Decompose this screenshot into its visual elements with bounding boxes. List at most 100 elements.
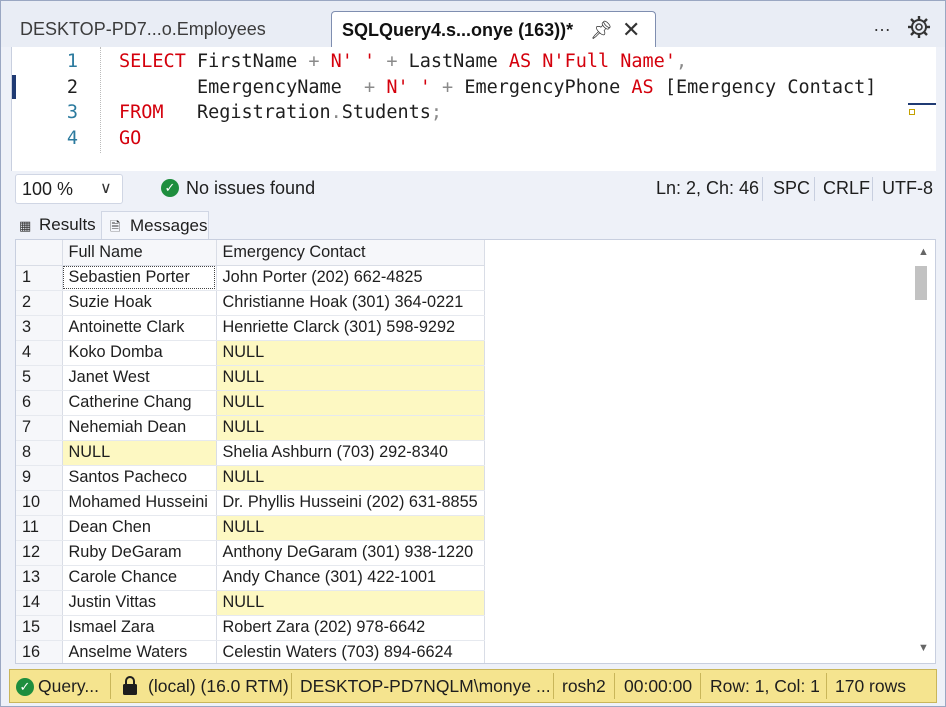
elapsed-time: 00:00:00 (624, 676, 693, 696)
full-name-cell[interactable]: Mohamed Husseini (62, 490, 217, 516)
row-number-cell[interactable]: 9 (16, 465, 63, 491)
cursor-position[interactable]: Ln: 2, Ch: 46 (656, 178, 759, 199)
full-name-cell[interactable]: Anselme Waters (62, 640, 217, 663)
whitespace-mode[interactable]: SPC (773, 178, 810, 199)
more-options-icon[interactable]: … (873, 15, 892, 36)
table-row[interactable]: 4 Koko Domba NULL (16, 340, 485, 366)
full-name-cell[interactable]: Nehemiah Dean (62, 415, 217, 441)
full-name-cell[interactable]: Ismael Zara (62, 615, 217, 641)
table-row[interactable]: 6 Catherine Chang NULL (16, 390, 485, 416)
code-text[interactable]: EmergencyName + N' ' + EmergencyPhone AS… (119, 75, 876, 101)
row-number-cell[interactable]: 15 (16, 615, 63, 641)
emergency-contact-cell[interactable]: Robert Zara (202) 978-6642 (216, 615, 485, 641)
emergency-contact-cell[interactable]: NULL (216, 590, 485, 616)
current-line-marker (12, 75, 16, 99)
table-row[interactable]: 14 Justin Vittas NULL (16, 590, 485, 616)
code-token: , (675, 51, 688, 72)
table-row[interactable]: 16 Anselme Waters Celestin Waters (703) 89… (16, 640, 485, 663)
tab-results[interactable]: ▦ Results (11, 211, 101, 239)
grid-vertical-scrollbar[interactable]: ▲ ▼ (910, 240, 935, 663)
tab-sqlquery4[interactable]: SQLQuery4.s...onye (163))* 📌︎ ✕ (331, 11, 656, 47)
emergency-contact-cell[interactable]: Dr. Phyllis Husseini (202) 631-8855 (216, 490, 485, 516)
code-text[interactable]: FROM Registration.Students; (119, 100, 442, 126)
grid-scroll-thumb[interactable] (915, 266, 927, 300)
emergency-contact-cell[interactable]: Celestin Waters (703) 894-6624 (216, 640, 485, 663)
table-row[interactable]: 11 Dean Chen NULL (16, 515, 485, 541)
scroll-up-icon[interactable]: ▲ (918, 246, 929, 258)
row-number-cell[interactable]: 16 (16, 640, 63, 663)
pin-icon[interactable]: 📌︎ (590, 12, 613, 48)
emergency-contact-cell[interactable]: John Porter (202) 662-4825 (216, 265, 485, 291)
code-text[interactable]: GO (119, 126, 141, 152)
table-row[interactable]: 9 Santos Pacheco NULL (16, 465, 485, 491)
table-row[interactable]: 1 Sebastien Porter John Porter (202) 662-4… (16, 265, 485, 291)
issues-status[interactable]: No issues found (186, 178, 315, 199)
full-name-cell[interactable]: Dean Chen (62, 515, 217, 541)
full-name-cell[interactable]: Catherine Chang (62, 390, 217, 416)
gear-icon[interactable] (907, 15, 931, 39)
zoom-dropdown[interactable]: 100 % ∨ (15, 174, 123, 204)
row-number-cell[interactable]: 7 (16, 415, 63, 441)
full-name-cell[interactable]: Koko Domba (62, 340, 217, 366)
table-row[interactable]: 5 Janet West NULL (16, 365, 485, 391)
table-row[interactable]: 10 Mohamed Husseini Dr. Phyllis Husseini (… (16, 490, 485, 516)
row-number-cell[interactable]: 1 (16, 265, 63, 291)
row-number-cell[interactable]: 5 (16, 365, 63, 391)
table-row[interactable]: 2 Suzie Hoak Christianne Hoak (301) 364-02… (16, 290, 485, 316)
full-name-cell[interactable]: Antoinette Clark (62, 315, 217, 341)
code-token: + (375, 51, 409, 72)
full-name-cell[interactable]: Sebastien Porter (62, 265, 217, 291)
code-text[interactable]: SELECT FirstName + N' ' + LastName AS N'… (119, 49, 687, 75)
emergency-contact-cell[interactable]: Anthony DeGaram (301) 938-1220 (216, 540, 485, 566)
full-name-cell[interactable]: Ruby DeGaram (62, 540, 217, 566)
row-number-cell[interactable]: 10 (16, 490, 63, 516)
table-row[interactable]: 15 Ismael Zara Robert Zara (202) 978-6642 (16, 615, 485, 641)
emergency-contact-cell[interactable]: Andy Chance (301) 422-1001 (216, 565, 485, 591)
line-number: 4 (66, 128, 78, 149)
row-number-cell[interactable]: 3 (16, 315, 63, 341)
full-name-cell[interactable]: Carole Chance (62, 565, 217, 591)
table-row[interactable]: 12 Ruby DeGaram Anthony DeGaram (301) 938-… (16, 540, 485, 566)
emergency-contact-cell[interactable]: NULL (216, 515, 485, 541)
row-number-cell[interactable]: 8 (16, 440, 63, 466)
row-number-cell[interactable]: 4 (16, 340, 63, 366)
results-grid[interactable]: Full Name Emergency Contact 1 Sebastien P… (15, 239, 936, 664)
code-token: + (364, 77, 387, 98)
emergency-contact-cell[interactable]: NULL (216, 465, 485, 491)
row-number-cell[interactable]: 12 (16, 540, 63, 566)
row-number-cell[interactable]: 11 (16, 515, 63, 541)
full-name-cell[interactable]: Janet West (62, 365, 217, 391)
emergency-contact-cell[interactable]: Shelia Ashburn (703) 292-8340 (216, 440, 485, 466)
tab-messages[interactable]: 🗎︎ Messages (101, 211, 209, 239)
table-row[interactable]: 8 NULL Shelia Ashburn (703) 292-8340 (16, 440, 485, 466)
full-name-cell[interactable]: Justin Vittas (62, 590, 217, 616)
header-row: Full Name Emergency Contact (16, 240, 485, 266)
table-row[interactable]: 3 Antoinette Clark Henriette Clarck (301) … (16, 315, 485, 341)
emergency-contact-cell[interactable]: Henriette Clarck (301) 598-9292 (216, 315, 485, 341)
row-number-header[interactable] (16, 240, 63, 266)
full-name-cell[interactable]: Santos Pacheco (62, 465, 217, 491)
close-icon[interactable]: ✕ (622, 12, 640, 48)
tab-employees[interactable]: DESKTOP-PD7...o.Employees (10, 11, 330, 47)
row-number-cell[interactable]: 2 (16, 290, 63, 316)
column-header-full-name[interactable]: Full Name (62, 240, 217, 266)
scroll-down-icon[interactable]: ▼ (918, 642, 929, 654)
emergency-contact-cell[interactable]: Christianne Hoak (301) 364-0221 (216, 290, 485, 316)
emergency-contact-cell[interactable]: NULL (216, 365, 485, 391)
full-name-cell[interactable]: Suzie Hoak (62, 290, 217, 316)
row-number-cell[interactable]: 14 (16, 590, 63, 616)
emergency-contact-cell[interactable]: NULL (216, 415, 485, 441)
full-name-cell[interactable]: NULL (62, 440, 217, 466)
lock-icon (123, 676, 137, 695)
line-ending[interactable]: CRLF (823, 178, 870, 199)
emergency-contact-cell[interactable]: NULL (216, 340, 485, 366)
table-row[interactable]: 13 Carole Chance Andy Chance (301) 422-100… (16, 565, 485, 591)
emergency-contact-cell[interactable]: NULL (216, 390, 485, 416)
column-header-emergency-contact[interactable]: Emergency Contact (216, 240, 485, 266)
encoding[interactable]: UTF-8 (882, 178, 933, 199)
table-row[interactable]: 7 Nehemiah Dean NULL (16, 415, 485, 441)
query-editor[interactable]: 1 SELECT FirstName + N' ' + LastName AS N… (11, 47, 936, 171)
row-number-cell[interactable]: 6 (16, 390, 63, 416)
tab-results-label: Results (39, 215, 96, 234)
row-number-cell[interactable]: 13 (16, 565, 63, 591)
